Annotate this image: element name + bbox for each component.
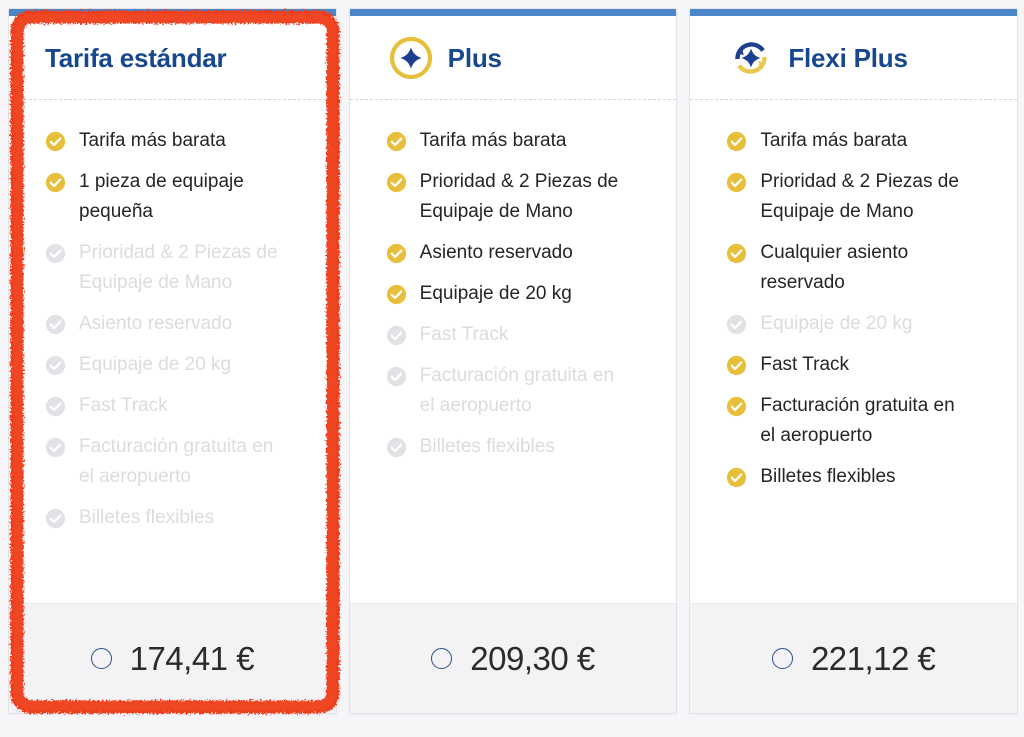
feature-label: Asiento reservado bbox=[79, 313, 233, 334]
feature-label: 1 pieza de equipaje pequeña bbox=[79, 171, 244, 222]
fare-price: 174,41 € bbox=[129, 639, 255, 677]
fare-card-tarifa-estandar[interactable]: Tarifa estándar Tarifa más barata 1 pieza … bbox=[8, 8, 337, 714]
feature-list: Tarifa más barata Prioridad & 2 Piezas de… bbox=[350, 100, 677, 603]
check-circle-disabled-icon bbox=[386, 437, 407, 458]
check-circle-icon bbox=[386, 131, 407, 152]
plus-circle-icon bbox=[386, 33, 436, 83]
feature-label: Equipaje de 20 kg bbox=[79, 354, 232, 375]
feature-label: Equipaje de 20 kg bbox=[419, 283, 572, 304]
fare-price: 221,12 € bbox=[810, 639, 936, 677]
check-circle-icon bbox=[726, 396, 747, 417]
feature-label: Facturación gratuita en el aeropuerto bbox=[79, 436, 274, 487]
feature-label: Asiento reservado bbox=[419, 242, 573, 263]
feature-item: Prioridad & 2 Piezas de Equipaje de Mano bbox=[726, 167, 993, 227]
feature-item: Prioridad & 2 Piezas de Equipaje de Mano bbox=[45, 238, 312, 298]
feature-label: Fast Track bbox=[760, 354, 850, 375]
feature-item: Facturación gratuita en el aeropuerto bbox=[45, 432, 312, 492]
feature-item: Tarifa más barata bbox=[726, 126, 993, 156]
check-circle-disabled-icon bbox=[45, 437, 66, 458]
card-header: Plus bbox=[349, 16, 677, 100]
feature-list: Tarifa más barata 1 pieza de equipaje peq… bbox=[9, 100, 336, 603]
feature-label: Facturación gratuita en el aeropuerto bbox=[760, 395, 955, 446]
check-circle-icon bbox=[45, 172, 66, 193]
card-price-footer[interactable]: 209,30 € bbox=[349, 603, 677, 713]
feature-item: Cualquier asiento reservado bbox=[726, 238, 993, 298]
feature-item: Equipaje de 20 kg bbox=[386, 279, 653, 309]
feature-label: Fast Track bbox=[79, 395, 168, 416]
feature-label: Prioridad & 2 Piezas de Equipaje de Mano bbox=[419, 171, 619, 222]
feature-item: Fast Track bbox=[386, 320, 653, 350]
feature-label: Fast Track bbox=[419, 324, 509, 345]
feature-item: Billetes flexibles bbox=[386, 432, 653, 462]
fare-title: Tarifa estándar bbox=[45, 42, 227, 73]
check-circle-disabled-icon bbox=[726, 314, 747, 335]
feature-label: Facturación gratuita en el aeropuerto bbox=[419, 365, 615, 416]
feature-item: Asiento reservado bbox=[45, 309, 312, 339]
fare-select-radio[interactable] bbox=[431, 648, 453, 669]
feature-label: Tarifa más barata bbox=[419, 130, 567, 151]
feature-item: Asiento reservado bbox=[386, 238, 653, 268]
feature-item: Billetes flexibles bbox=[726, 462, 993, 492]
feature-item: Tarifa más barata bbox=[386, 126, 653, 156]
fare-select-radio[interactable] bbox=[771, 648, 793, 669]
feature-list: Tarifa más barata Prioridad & 2 Piezas de… bbox=[690, 100, 1017, 603]
feature-label: Billetes flexibles bbox=[760, 466, 896, 487]
flexi-refresh-plus-icon bbox=[726, 33, 776, 83]
fare-cards-row: Tarifa estándar Tarifa más barata 1 pieza … bbox=[8, 8, 1019, 714]
feature-label: Prioridad & 2 Piezas de Equipaje de Mano bbox=[79, 242, 278, 293]
check-circle-disabled-icon bbox=[45, 396, 66, 417]
feature-label: Prioridad & 2 Piezas de Equipaje de Mano bbox=[760, 171, 959, 222]
feature-label: Equipaje de 20 kg bbox=[760, 313, 913, 334]
card-accent-bar bbox=[349, 9, 677, 16]
card-header: Tarifa estándar bbox=[9, 16, 336, 100]
fare-select-radio[interactable] bbox=[90, 648, 112, 669]
check-circle-icon bbox=[726, 131, 747, 152]
card-header: Flexi Plus bbox=[690, 16, 1017, 100]
feature-item: Tarifa más barata bbox=[45, 126, 312, 156]
check-circle-icon bbox=[386, 243, 407, 264]
check-circle-icon bbox=[386, 172, 407, 193]
fare-price: 209,30 € bbox=[470, 639, 595, 677]
check-circle-disabled-icon bbox=[45, 243, 66, 264]
check-circle-disabled-icon bbox=[45, 314, 66, 335]
feature-label: Cualquier asiento reservado bbox=[760, 242, 909, 293]
fare-selection-panel: Tarifa estándar Tarifa más barata 1 pieza … bbox=[0, 0, 1024, 737]
feature-item: 1 pieza de equipaje pequeña bbox=[45, 167, 312, 227]
check-circle-icon bbox=[726, 172, 747, 193]
fare-title: Plus bbox=[447, 42, 502, 73]
feature-item: Billetes flexibles bbox=[45, 503, 312, 533]
feature-label: Tarifa más barata bbox=[760, 130, 908, 151]
fare-card-flexi-plus[interactable]: Flexi Plus Tarifa más barata Prioridad & 2… bbox=[689, 8, 1019, 714]
feature-item: Facturación gratuita en el aeropuerto bbox=[386, 361, 653, 421]
check-circle-icon bbox=[386, 284, 407, 305]
check-circle-disabled-icon bbox=[386, 325, 407, 346]
feature-label: Billetes flexibles bbox=[419, 436, 555, 457]
feature-item: Fast Track bbox=[726, 350, 993, 380]
check-circle-disabled-icon bbox=[386, 366, 407, 387]
check-circle-disabled-icon bbox=[45, 508, 66, 529]
card-accent-bar bbox=[690, 9, 1018, 16]
feature-item: Equipaje de 20 kg bbox=[726, 309, 993, 339]
feature-item: Facturación gratuita en el aeropuerto bbox=[726, 391, 993, 451]
feature-label: Tarifa más barata bbox=[79, 130, 226, 151]
fare-title: Flexi Plus bbox=[788, 42, 908, 73]
feature-item: Prioridad & 2 Piezas de Equipaje de Mano bbox=[386, 167, 653, 227]
feature-item: Fast Track bbox=[45, 391, 312, 421]
card-accent-bar bbox=[9, 9, 336, 16]
check-circle-icon bbox=[726, 467, 747, 488]
fare-card-plus[interactable]: Plus Tarifa más barata Prioridad & 2 Pieza… bbox=[348, 8, 678, 714]
feature-label: Billetes flexibles bbox=[79, 507, 215, 528]
card-price-footer[interactable]: 174,41 € bbox=[9, 603, 336, 713]
check-circle-icon bbox=[45, 131, 66, 152]
card-price-footer[interactable]: 221,12 € bbox=[690, 603, 1018, 713]
feature-item: Equipaje de 20 kg bbox=[45, 350, 312, 380]
check-circle-icon bbox=[726, 355, 747, 376]
check-circle-disabled-icon bbox=[45, 355, 66, 376]
check-circle-icon bbox=[726, 243, 747, 264]
